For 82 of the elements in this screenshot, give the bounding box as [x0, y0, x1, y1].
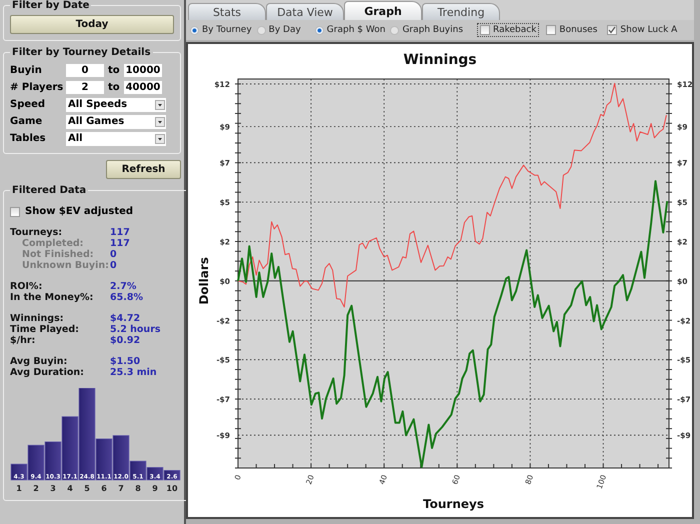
stat-value: 117 — [110, 238, 131, 249]
dropdown[interactable]: All Speeds — [66, 98, 166, 112]
stat-label: Winnings: — [10, 313, 65, 324]
y-axis-title: Dollars — [197, 257, 211, 305]
category-label: 1 — [16, 484, 22, 493]
checkbox[interactable] — [607, 25, 618, 35]
histogram-bar — [164, 470, 180, 480]
category-label: 6 — [101, 484, 107, 493]
category-label: 4 — [67, 484, 73, 493]
category-label: 9 — [152, 484, 158, 493]
category-label: 7 — [118, 484, 124, 493]
group-title: Filter by Date — [11, 0, 90, 11]
stat-label: Tourneys: — [10, 227, 64, 238]
radio-label: By Day — [268, 25, 301, 35]
category-label: 5 — [84, 484, 90, 493]
filter-label: Speed — [10, 99, 46, 110]
input-field[interactable]: 0 — [66, 64, 104, 77]
x-axis-title: Tourneys — [423, 497, 484, 511]
filter-label: Tables — [10, 133, 47, 144]
radio-label: Graph Buyins — [402, 25, 464, 35]
filter-label: Game — [10, 116, 44, 127]
checkbox-option[interactable]: Rakeback — [477, 23, 540, 37]
input-field[interactable]: 2 — [66, 81, 104, 94]
stat-value: 117 — [110, 227, 131, 238]
range-separator: to — [108, 65, 120, 76]
stat-value: $4.72 — [110, 313, 142, 324]
range-separator: to — [108, 82, 120, 93]
stat-label: Completed: — [21, 238, 84, 249]
stat-value: $0.92 — [110, 335, 142, 346]
input-field[interactable]: 10000 — [124, 64, 162, 77]
filter-label: Buyin — [10, 65, 43, 76]
radio-button[interactable] — [314, 26, 324, 34]
tab[interactable]: Graph — [344, 1, 422, 20]
stat-value: 0 — [110, 260, 118, 271]
refresh-button[interactable]: Refresh — [106, 160, 181, 179]
checkbox-option[interactable]: Show Luck A — [604, 23, 680, 37]
group-title: Filter by Tourney Details — [11, 47, 152, 58]
stat-label: Time Played: — [10, 324, 80, 335]
checkbox[interactable] — [480, 25, 490, 35]
filter-label: # Players — [10, 82, 64, 93]
checkbox-label: Show Luck A — [620, 25, 678, 35]
radio-button[interactable] — [190, 26, 199, 34]
checkbox-label: Rakeback — [493, 25, 536, 35]
stat-value: 2.7% — [110, 281, 138, 292]
category-label: 2 — [33, 484, 39, 493]
stat-label: Avg Buyin: — [10, 356, 68, 367]
stat-label: $/hr: — [10, 335, 36, 346]
stat-value: 25.3 min — [110, 367, 158, 378]
check-icon — [608, 26, 616, 34]
group-title: Filtered Data — [11, 185, 88, 196]
checkbox[interactable] — [10, 206, 20, 216]
tab[interactable]: Data View — [266, 3, 344, 20]
checkbox-label: Show $EV adjusted — [25, 206, 134, 217]
stat-label: Unknown Buyin: — [21, 260, 110, 271]
checkbox-option[interactable]: Bonuses — [543, 23, 600, 37]
checkbox-label: Bonuses — [559, 25, 598, 35]
stat-label: In the Money%: — [10, 292, 94, 303]
stat-value: $1.50 — [110, 356, 142, 367]
category-label: 3 — [50, 484, 56, 493]
stat-value: 5.2 hours — [110, 324, 162, 335]
stat-label: Avg Duration: — [10, 367, 85, 378]
radio-label: By Tourney — [202, 25, 252, 35]
caret-icon — [155, 100, 165, 110]
stat-value: 65.8% — [110, 292, 144, 303]
caret-icon — [155, 116, 165, 126]
input-field[interactable]: 40000 — [124, 81, 162, 94]
radio-button[interactable] — [256, 26, 266, 34]
dropdown[interactable]: All Games — [66, 114, 166, 128]
chart-title: Winnings — [403, 52, 477, 68]
tab[interactable]: Trending — [422, 3, 500, 20]
stat-value: 0 — [110, 249, 118, 260]
checkbox[interactable] — [546, 25, 556, 35]
dropdown[interactable]: All — [66, 132, 166, 146]
caret-icon — [155, 134, 165, 144]
tab[interactable]: Stats — [188, 3, 266, 20]
category-label: 8 — [135, 484, 141, 493]
radio-label: Graph $ Won — [326, 25, 386, 35]
stat-label: ROI%: — [10, 281, 44, 292]
radio-button[interactable] — [390, 26, 400, 34]
today-button[interactable]: Today — [10, 15, 174, 34]
stat-label: Not Finished: — [21, 249, 95, 260]
category-label: 10 — [166, 484, 178, 493]
